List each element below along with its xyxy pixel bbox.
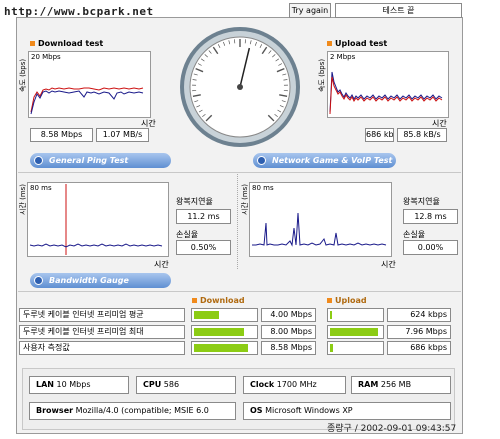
ping-rtt-value: 11.2 ms	[176, 209, 231, 224]
game-series	[252, 212, 387, 247]
upload-value: 624 kbps	[387, 308, 451, 322]
download-value: 8.58 Mbps	[261, 341, 316, 355]
upload-ylabel: 속도 (bps)	[318, 58, 326, 92]
footer-stamp: 종량구 / 2002-09-01 09:43:57	[327, 424, 457, 434]
os-info: OS Microsoft Windows XP	[243, 402, 451, 420]
section-ping-test: General Ping Test	[30, 153, 171, 168]
bullet-icon	[327, 298, 332, 303]
upload-bar	[327, 308, 384, 322]
upload-bar	[327, 325, 384, 339]
game-loss-label: 손실율	[403, 230, 426, 239]
try-again-button[interactable]: Try again	[289, 3, 331, 18]
bandwidth-row-name: 사용자 측정값	[19, 341, 185, 355]
download-speed-bps: 8.58 Mbps	[30, 128, 93, 142]
download-bar-fill	[194, 344, 248, 352]
upload-bar-fill	[330, 311, 332, 319]
upload-bar-fill	[330, 344, 333, 352]
bullet-icon	[34, 156, 43, 165]
upload-graph: 2 Mbps	[327, 51, 449, 118]
download-title: Download test	[30, 39, 103, 48]
upload-bar-fill	[330, 328, 378, 336]
upload-value: 7.96 Mbps	[387, 325, 451, 339]
bullet-icon	[327, 41, 332, 46]
clock-info: Clock 1700 MHz	[243, 376, 346, 394]
ping-graph: 80 ms	[27, 182, 169, 257]
status-field: 테스트 끝	[335, 3, 462, 18]
download-graph: 20 Mbps	[28, 51, 151, 118]
download-bar-fill	[194, 311, 219, 319]
bandwidth-download-header: Download	[192, 296, 245, 305]
game-xlabel: 시간	[381, 260, 396, 269]
ping-loss-label: 손실율	[176, 230, 199, 239]
upload-series	[329, 71, 443, 115]
bandwidth-row-name: 두루넷 케이블 인터넷 프리미엄 평균	[19, 308, 185, 322]
game-rtt-value: 12.8 ms	[403, 209, 458, 224]
upload-bar	[327, 341, 384, 355]
cpu-info: CPU 586	[136, 376, 236, 394]
lan-info: LAN 10 Mbps	[29, 376, 129, 394]
bullet-icon	[192, 298, 197, 303]
browser-info: Browser Mozilla/4.0 (compatible; MSIE 6.…	[29, 402, 236, 420]
upload-title: Upload test	[327, 39, 387, 48]
download-speed-Bps: 1.07 MB/s	[96, 128, 149, 142]
upload-speed-Bps: 85.8 kB/s	[397, 128, 447, 142]
speed-gauge	[180, 27, 300, 147]
download-bar	[191, 341, 258, 355]
section-divider	[18, 291, 461, 292]
game-rtt-label: 왕복지연율	[403, 197, 440, 206]
section-divider	[18, 172, 461, 173]
bandwidth-upload-header: Upload	[327, 296, 367, 305]
download-bar	[191, 308, 258, 322]
ping-series	[29, 184, 163, 255]
bandwidth-row-name: 두루넷 케이블 인터넷 프리미엄 최대	[19, 325, 185, 339]
upload-speed-bps: 686 kbps	[365, 128, 394, 142]
download-bar	[191, 325, 258, 339]
bullet-icon	[30, 41, 35, 46]
download-bar-fill	[194, 328, 244, 336]
ping-rtt-label: 왕복지연율	[176, 197, 213, 206]
ping-xlabel: 시간	[154, 260, 169, 269]
bullet-icon	[34, 276, 43, 285]
upload-value: 686 kbps	[387, 341, 451, 355]
game-graph: 80 ms	[249, 182, 392, 257]
download-series	[30, 87, 144, 115]
game-loss-value: 0.00%	[403, 240, 458, 255]
section-bandwidth-gauge: Bandwidth Gauge	[30, 273, 171, 288]
download-ylabel: 속도 (bps)	[19, 58, 27, 92]
download-value: 8.00 Mbps	[261, 325, 316, 339]
section-divider	[237, 174, 238, 269]
ram-info: RAM 256 MB	[351, 376, 451, 394]
ping-loss-value: 0.50%	[176, 240, 231, 255]
section-game-test: Network Game & VoIP Test	[253, 153, 396, 168]
download-value: 4.00 Mbps	[261, 308, 316, 322]
bullet-icon	[257, 156, 266, 165]
